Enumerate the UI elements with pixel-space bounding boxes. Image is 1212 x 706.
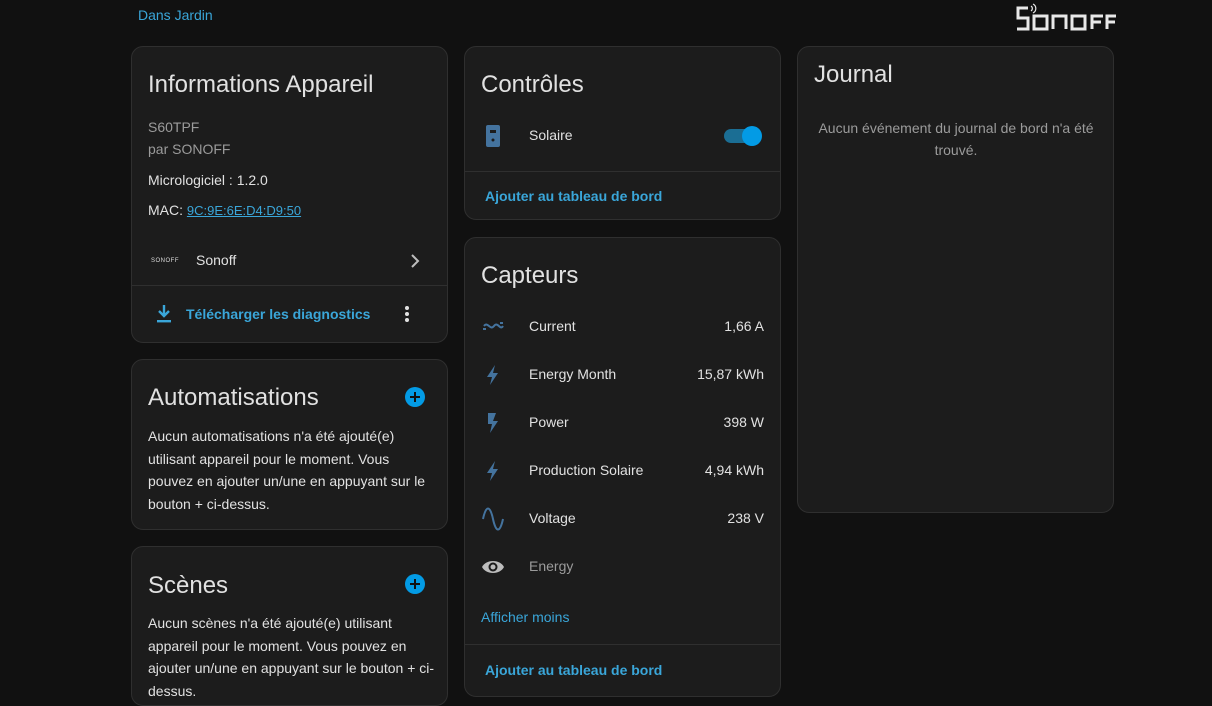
- card-title: Informations Appareil: [148, 71, 374, 98]
- sensor-value: 238 V: [727, 510, 764, 526]
- automations-empty-text: Aucun automatisations n'a été ajouté(e) …: [148, 428, 426, 512]
- integration-row[interactable]: SONOFF Sonoff: [132, 237, 447, 285]
- sensor-label: Current: [529, 318, 576, 334]
- add-to-dashboard-button[interactable]: Ajouter au tableau de bord: [485, 662, 662, 678]
- flash-icon: [488, 413, 498, 433]
- sensor-row[interactable]: Voltage 238 V: [465, 495, 780, 543]
- mac-link[interactable]: 9C:9E:6E:D4:D9:50: [187, 203, 301, 218]
- sensor-row[interactable]: Energy Month 15,87 kWh: [465, 351, 780, 399]
- card-title: Capteurs: [481, 262, 579, 289]
- firmware-version: Micrologiciel : 1.2.0: [148, 172, 268, 188]
- download-diagnostics-button[interactable]: Télécharger les diagnostics: [148, 297, 378, 329]
- divider: [132, 285, 447, 286]
- download-diagnostics-label: Télécharger les diagnostics: [186, 306, 371, 322]
- sensor-value: 1,66 A: [724, 318, 764, 334]
- divider: [465, 171, 780, 172]
- integration-name: Sonoff: [196, 252, 237, 268]
- device-info-card: Informations Appareil S60TPF par SONOFF …: [131, 46, 448, 343]
- area-link[interactable]: Dans Jardin: [138, 7, 213, 23]
- controls-card: Contrôles Solaire Ajouter au tableau de …: [464, 46, 781, 220]
- sensor-label: Power: [529, 414, 569, 430]
- sensor-label: Production Solaire: [529, 462, 644, 478]
- integration-logo: SONOFF: [151, 258, 179, 264]
- sine-wave-icon: [482, 507, 504, 531]
- sensor-row[interactable]: Production Solaire 4,94 kWh: [465, 447, 780, 495]
- lightning-bolt-icon: [487, 461, 498, 481]
- solaire-toggle[interactable]: [724, 126, 762, 146]
- show-less-link[interactable]: Afficher moins: [481, 609, 569, 625]
- sensor-label: Energy: [529, 558, 574, 574]
- eye-icon: [482, 561, 504, 573]
- card-title: Journal: [814, 61, 893, 88]
- control-row-solaire[interactable]: Solaire: [465, 112, 780, 160]
- divider: [465, 644, 780, 645]
- device-manufacturer: par SONOFF: [148, 141, 231, 157]
- power-socket-icon: [486, 125, 500, 147]
- current-ac-icon: [483, 322, 504, 330]
- sensor-row[interactable]: Energy: [465, 543, 780, 591]
- sensors-card: Capteurs Current 1,66 A Energy Month 15,…: [464, 237, 781, 697]
- sensor-value: 15,87 kWh: [697, 366, 764, 382]
- sensor-label: Energy Month: [529, 366, 617, 382]
- logbook-empty-text: Aucun événement du journal de bord n'a é…: [818, 120, 1094, 158]
- sensor-value: 4,94 kWh: [704, 462, 764, 478]
- device-model: S60TPF: [148, 119, 200, 135]
- scenes-card: Scènes Aucun scènes n'a été ajouté(e) ut…: [131, 546, 448, 706]
- card-title: Scènes: [148, 572, 229, 599]
- sensor-row[interactable]: Power 398 W: [465, 399, 780, 447]
- lightning-bolt-icon: [487, 365, 498, 385]
- card-title: Automatisations: [148, 384, 319, 411]
- add-to-dashboard-button[interactable]: Ajouter au tableau de bord: [485, 188, 662, 204]
- more-vertical-icon[interactable]: [404, 305, 410, 323]
- add-scene-button[interactable]: [405, 574, 425, 594]
- logbook-card: Journal Aucun événement du journal de bo…: [797, 46, 1114, 513]
- sensor-value: 398 W: [723, 414, 764, 430]
- download-icon: [157, 305, 171, 323]
- add-automation-button[interactable]: [405, 387, 425, 407]
- chevron-right-icon: [411, 254, 420, 268]
- sonoff-brand-logo: [1016, 3, 1116, 31]
- card-title: Contrôles: [481, 71, 584, 98]
- sensor-row[interactable]: Current 1,66 A: [465, 303, 780, 351]
- mac-label: MAC:: [148, 202, 187, 218]
- automations-card: Automatisations Aucun automatisations n'…: [131, 359, 448, 530]
- mac-address: MAC: 9C:9E:6E:D4:D9:50: [148, 202, 301, 218]
- control-label: Solaire: [529, 127, 573, 143]
- sensor-label: Voltage: [529, 510, 576, 526]
